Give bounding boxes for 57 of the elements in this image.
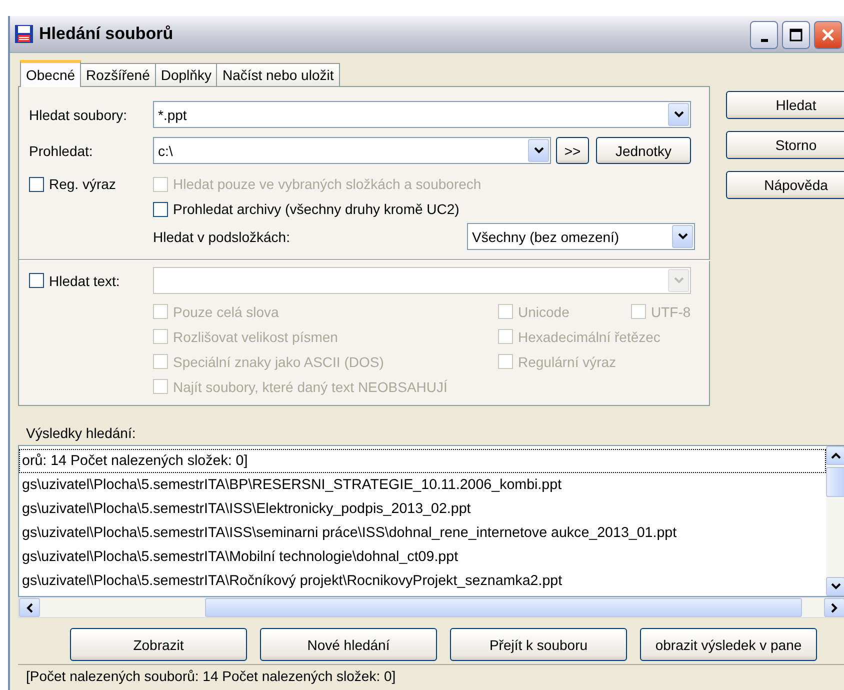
action-button[interactable]: obrazit výsledek v pane	[640, 628, 817, 661]
scroll-thumb[interactable]	[205, 598, 802, 617]
maximize-icon	[789, 28, 803, 42]
scroll-up-icon[interactable]	[826, 446, 844, 465]
checkbox-label: Pouze celá slova	[173, 304, 279, 320]
checkbox-label: Unicode	[518, 304, 570, 320]
result-row[interactable]: orů: 14 Počet nalezených složek: 0]	[19, 449, 826, 473]
action-button[interactable]: Přejít k souboru	[450, 628, 627, 661]
checkbox[interactable]	[29, 273, 44, 288]
tab[interactable]: Rozšířené	[80, 63, 156, 86]
minimize-icon	[760, 38, 768, 42]
tab[interactable]: Obecné	[20, 60, 82, 87]
checkbox-label: Prohledat archivy (všechny druhy kromě UC2)	[173, 201, 460, 217]
results-label: Výsledky hledání:	[25, 424, 137, 443]
checkbox[interactable]	[153, 202, 168, 216]
maximize-button[interactable]	[782, 21, 810, 49]
window-title: Hledání souborů	[39, 24, 174, 44]
more-button[interactable]: >>	[556, 137, 589, 164]
checkbox-label: Rozlišovat velikost písmen	[173, 328, 338, 344]
checkbox[interactable]	[29, 176, 44, 192]
tab[interactable]: Doplňky	[154, 63, 218, 86]
result-row[interactable]: gs\uzivatel\Plocha\5.semestrITA\Ročníkový projekt\RocnikovyProjekt_seznamka2.ppt	[19, 569, 826, 593]
result-row[interactable]: gs\uzivatel\Plocha\5.semestrITA\BP\RESERSNI_STRATEGIE_10.11.2006_kombi.ppt	[19, 473, 826, 497]
close-icon	[821, 28, 835, 42]
field-label: Hledat v podsložkách:	[153, 228, 291, 244]
checkbox-label: UTF-8	[651, 304, 691, 320]
checkbox-label: Hledat pouze ve vybraných složkách a souborech	[173, 176, 482, 192]
action-button[interactable]: Zobrazit	[70, 628, 247, 661]
scroll-thumb[interactable]	[826, 467, 844, 497]
vertical-scrollbar[interactable]	[826, 446, 844, 596]
field-label: Prohledat:	[29, 142, 94, 158]
checkbox-label: Hledat text:	[49, 272, 120, 288]
scroll-down-icon[interactable]	[826, 577, 844, 596]
tab[interactable]: Načíst nebo uložit	[216, 63, 340, 86]
checkbox-label: Regulární výraz	[518, 354, 616, 370]
status-bar: [Počet nalezených souborů: 14 Počet nalezených složek: 0]	[18, 664, 844, 687]
action-button[interactable]: Nové hledání	[260, 628, 437, 661]
checkbox-label: Reg. výraz	[49, 176, 116, 192]
result-row[interactable]: gs\uzivatel\Plocha\5.semestrITA\ISS\Elektronicky_podpis_2013_02.ppt	[19, 497, 826, 521]
horizontal-scrollbar[interactable]	[18, 597, 844, 618]
checkbox-label: Najít soubory, které daný text NEOBSAHUJÍ	[173, 378, 448, 394]
checkbox-label: Hexadecimální řetězec	[518, 328, 660, 344]
field-label: Hledat soubory:	[29, 106, 128, 122]
dialog-button[interactable]: Nápověda	[726, 171, 844, 199]
result-row[interactable]: gs\uzivatel\Plocha\5.semestrITA\Mobilní technologie\dohnal_ct09.ppt	[19, 545, 826, 569]
dialog-button[interactable]: Hledat	[726, 91, 844, 119]
drives-button[interactable]: Jednotky	[596, 137, 691, 164]
subfolder-depth-combo[interactable]: Všechny (bez omezení)	[467, 223, 695, 250]
close-button[interactable]	[814, 21, 842, 49]
search-path-combo[interactable]: c:\	[153, 137, 551, 164]
checkbox-label: Speciální znaky jako ASCII (DOS)	[173, 354, 384, 370]
minimize-button[interactable]	[750, 21, 778, 49]
scroll-left-icon[interactable]	[19, 598, 40, 617]
scroll-right-icon[interactable]	[824, 598, 844, 617]
result-row[interactable]: gs\uzivatel\Plocha\5.semestrITA\ISS\seminarni práce\ISS\dohnal_rene_internetove aukce_2013_01.ppt	[19, 521, 826, 545]
dialog-button[interactable]: Storno	[726, 131, 844, 159]
file-mask-combo[interactable]: *.ppt	[153, 101, 691, 128]
